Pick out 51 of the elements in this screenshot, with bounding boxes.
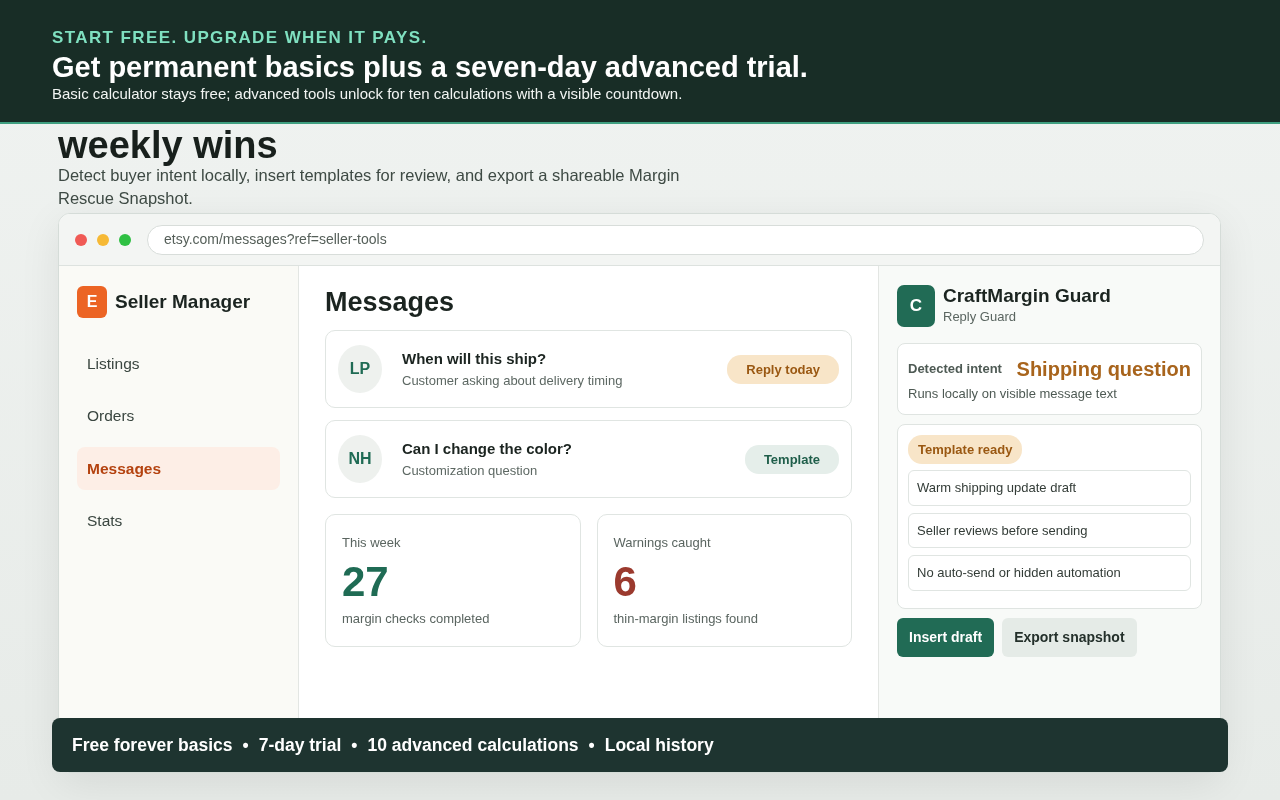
avatar: LP xyxy=(338,345,382,394)
stat-caption: thin-margin listings found xyxy=(613,609,760,628)
message-card[interactable]: NH Can I change the color? Customization question Template xyxy=(325,420,852,499)
stat-value: 6 xyxy=(613,556,638,607)
logo-icon: C xyxy=(897,285,935,327)
separator-dot: • xyxy=(242,733,249,757)
nav-item[interactable]: Orders xyxy=(77,394,280,438)
address-bar[interactable]: etsy.com/messages?ref=seller-tools xyxy=(147,224,1204,255)
banner-title: Get permanent basics plus a seven-day advanced trial. xyxy=(52,50,809,84)
hero-heading: weekly wins xyxy=(58,126,279,164)
avatar: NH xyxy=(338,435,382,484)
panel-subtitle: Reply Guard xyxy=(943,308,1017,326)
stat-caption: margin checks completed xyxy=(342,609,491,628)
feature-label: 10 advanced calculations xyxy=(367,733,579,757)
intent-value: Shipping question xyxy=(1016,357,1191,382)
status-tag: Template xyxy=(744,444,839,475)
intent-note: Runs locally on visible message text xyxy=(908,385,1118,403)
nav-item[interactable]: Stats xyxy=(77,498,280,542)
page-title: Messages xyxy=(325,286,456,319)
message-card[interactable]: LP When will this ship? Customer asking about delivery timing Reply today xyxy=(325,330,852,409)
message-subject: When will this ship? xyxy=(402,349,548,370)
template-item: No auto-send or hidden automation xyxy=(908,555,1191,591)
minimize-dot[interactable] xyxy=(97,233,109,246)
stat-label: Warnings caught xyxy=(613,534,712,553)
banner-eyebrow: START FREE. UPGRADE WHEN IT PAYS. xyxy=(52,28,429,48)
message-preview: Customer asking about delivery timing xyxy=(402,371,623,390)
hero-description: Detect buyer intent locally, insert templates for review, and export a shareable Margin Rescue Snapshot. xyxy=(58,166,681,209)
stat-value: 27 xyxy=(342,556,390,607)
logo-icon: E xyxy=(77,286,107,318)
stat-label: This week xyxy=(342,534,402,553)
message-preview: Customization question xyxy=(402,461,539,480)
template-item: Warm shipping update draft xyxy=(908,470,1191,506)
feature-label: Local history xyxy=(604,733,714,757)
banner-subtitle: Basic calculator stays free; advanced tools unlock for ten calculations with a visible countdown. xyxy=(52,85,684,103)
template-item: Seller reviews before sending xyxy=(908,512,1191,548)
nav-item[interactable]: Messages xyxy=(77,446,280,490)
status-tag: Reply today xyxy=(727,354,839,385)
status-tag: Template ready xyxy=(908,434,1023,464)
insert-button[interactable]: Insert draft xyxy=(897,617,995,657)
app-title: Seller Manager xyxy=(115,289,251,314)
feature-label: Free forever basics xyxy=(72,733,233,757)
separator-dot: • xyxy=(588,733,595,757)
message-subject: Can I change the color? xyxy=(402,439,573,460)
maximize-dot[interactable] xyxy=(119,233,131,246)
export-button[interactable]: Export snapshot xyxy=(1002,617,1137,657)
feature-label: 7-day trial xyxy=(258,733,342,757)
separator-dot: • xyxy=(351,733,358,757)
close-dot[interactable] xyxy=(75,233,87,246)
panel-title: CraftMargin Guard xyxy=(943,285,1111,307)
intent-label: Detected intent xyxy=(908,360,1002,379)
nav-item[interactable]: Listings xyxy=(77,342,280,386)
